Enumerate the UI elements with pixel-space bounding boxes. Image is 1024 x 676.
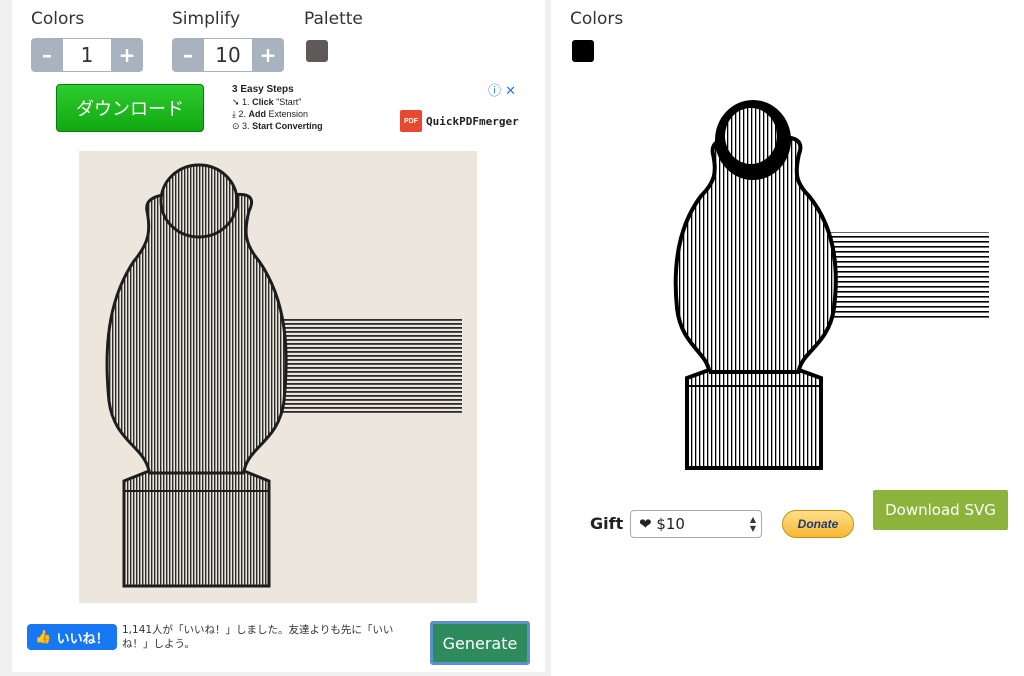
colors-decrement-button[interactable]: – xyxy=(31,38,63,72)
like-count-text: 1,141人が「いいね！」しました。友達よりも先に「いいね！」しよう。 xyxy=(122,624,394,650)
ad-step-2: ⤓ 2. Add Extension xyxy=(232,109,309,119)
ad-brand[interactable]: PDF QuickPDFmerger xyxy=(400,110,519,132)
simplify-label: Simplify xyxy=(172,9,241,29)
output-color-swatch[interactable] xyxy=(572,40,594,62)
thumbs-up-icon: 👍 xyxy=(35,629,52,645)
ad-brand-name: QuickPDFmerger xyxy=(426,114,519,128)
ad-step-1: ➘ 1. Click "Start" xyxy=(232,97,302,107)
simplify-value[interactable]: 10 xyxy=(204,38,252,72)
gift-amount-value: ❤ $10 xyxy=(639,515,685,533)
colors-increment-button[interactable]: + xyxy=(111,38,143,72)
output-panel: Colors Download SVG Gift ❤ $10 ▲ ▼ Donate xyxy=(551,0,1024,676)
output-image xyxy=(673,100,989,470)
select-arrows-icon: ▲ ▼ xyxy=(749,515,756,533)
gift-amount-select[interactable]: ❤ $10 ▲ ▼ xyxy=(630,510,762,538)
input-panel: Colors – 1 + Simplify – 10 + Palette ダウン… xyxy=(12,0,545,672)
source-image xyxy=(79,151,477,603)
like-button-label: いいね！ xyxy=(56,631,109,647)
ad-banner[interactable]: ダウンロード 3 Easy Steps ➘ 1. Click "Start" ⤓… xyxy=(56,80,519,138)
info-icon[interactable]: ⓘ xyxy=(488,84,501,99)
gift-label: Gift xyxy=(590,514,624,533)
ad-steps-title: 3 Easy Steps xyxy=(232,84,294,95)
output-colors-label: Colors xyxy=(570,9,624,29)
donate-button[interactable]: Donate xyxy=(782,510,854,538)
colors-stepper[interactable]: – 1 + xyxy=(31,38,143,72)
palette-label: Palette xyxy=(304,9,363,29)
generate-button[interactable]: Generate xyxy=(430,621,530,665)
pdf-icon: PDF xyxy=(400,110,422,132)
colors-label: Colors xyxy=(31,9,85,29)
palette-swatch[interactable] xyxy=(306,40,328,62)
simplify-stepper[interactable]: – 10 + xyxy=(172,38,284,72)
simplify-decrement-button[interactable]: – xyxy=(172,38,204,72)
simplify-increment-button[interactable]: + xyxy=(252,38,284,72)
colors-value[interactable]: 1 xyxy=(63,38,111,72)
ad-download-button[interactable]: ダウンロード xyxy=(56,84,204,132)
close-icon[interactable]: ✕ xyxy=(505,84,516,99)
download-svg-button[interactable]: Download SVG xyxy=(873,490,1008,530)
ad-steps: 3 Easy Steps ➘ 1. Click "Start" ⤓ 2. Add… xyxy=(232,84,323,132)
facebook-like-button[interactable]: 👍 いいね！ xyxy=(27,624,117,650)
ad-info-close-icons[interactable]: ⓘ ✕ xyxy=(488,80,516,99)
ad-step-3: ⊙ 3. Start Converting xyxy=(232,121,323,131)
